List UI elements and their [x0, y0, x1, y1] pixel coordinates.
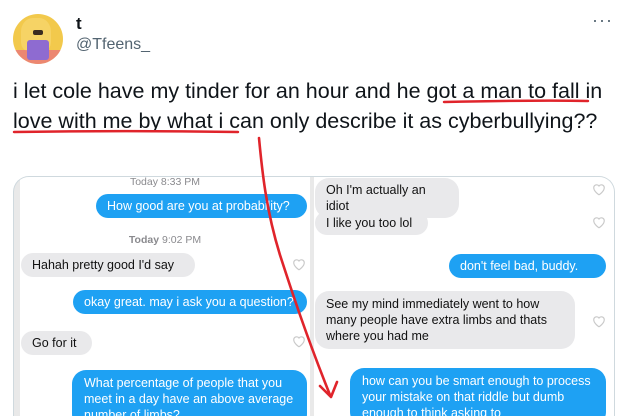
- tweet-text-part2: by what i can only describe it as cyberb…: [132, 109, 598, 133]
- message-bubble-sent: how can you be smart enough to process y…: [350, 368, 606, 416]
- chat-screenshot-right: Oh I'm actually an idiot I like you too …: [314, 177, 614, 416]
- chat-screenshot-left: Today 8:33 PM How good are you at probab…: [20, 177, 310, 416]
- message-bubble-received: Hahah pretty good I'd say: [21, 253, 195, 277]
- heart-outline-icon[interactable]: [592, 315, 606, 328]
- avatar-mouth-shape: [33, 30, 43, 35]
- avatar[interactable]: [13, 14, 63, 64]
- chat-timestamp-time: 9:02 PM: [161, 234, 202, 246]
- heart-outline-icon[interactable]: [292, 335, 306, 348]
- message-bubble-sent: How good are you at probability?: [96, 194, 307, 218]
- heart-outline-icon[interactable]: [592, 216, 606, 229]
- message-bubble-sent: okay great. may i ask you a question?: [73, 290, 307, 314]
- author-display-name[interactable]: t: [76, 14, 82, 34]
- message-bubble-received: See my mind immediately went to how many…: [315, 291, 575, 349]
- chat-timestamp: Today 8:33 PM: [129, 176, 201, 188]
- tweet-text: i let cole have my tinder for an hour an…: [13, 76, 613, 136]
- more-horizontal-icon[interactable]: ···: [592, 10, 613, 31]
- message-bubble-sent: don't feel bad, buddy.: [449, 254, 606, 278]
- chat-timestamp: Today 9:02 PM: [20, 234, 310, 246]
- avatar-shirt-shape: [27, 40, 49, 60]
- message-bubble-received: Go for it: [21, 331, 92, 355]
- heart-outline-icon[interactable]: [592, 183, 606, 196]
- author-handle[interactable]: @Tfeens_: [76, 36, 150, 54]
- tweet-text-part1: i let cole have my tinder for an hour an…: [13, 79, 397, 103]
- tweet-media[interactable]: Today 8:33 PM How good are you at probab…: [13, 176, 615, 416]
- message-bubble-sent: What percentage of people that you meet …: [72, 370, 307, 416]
- chat-timestamp-day: Today: [128, 234, 160, 246]
- message-bubble-received: I like you too lol: [315, 211, 428, 235]
- heart-outline-icon[interactable]: [292, 258, 306, 271]
